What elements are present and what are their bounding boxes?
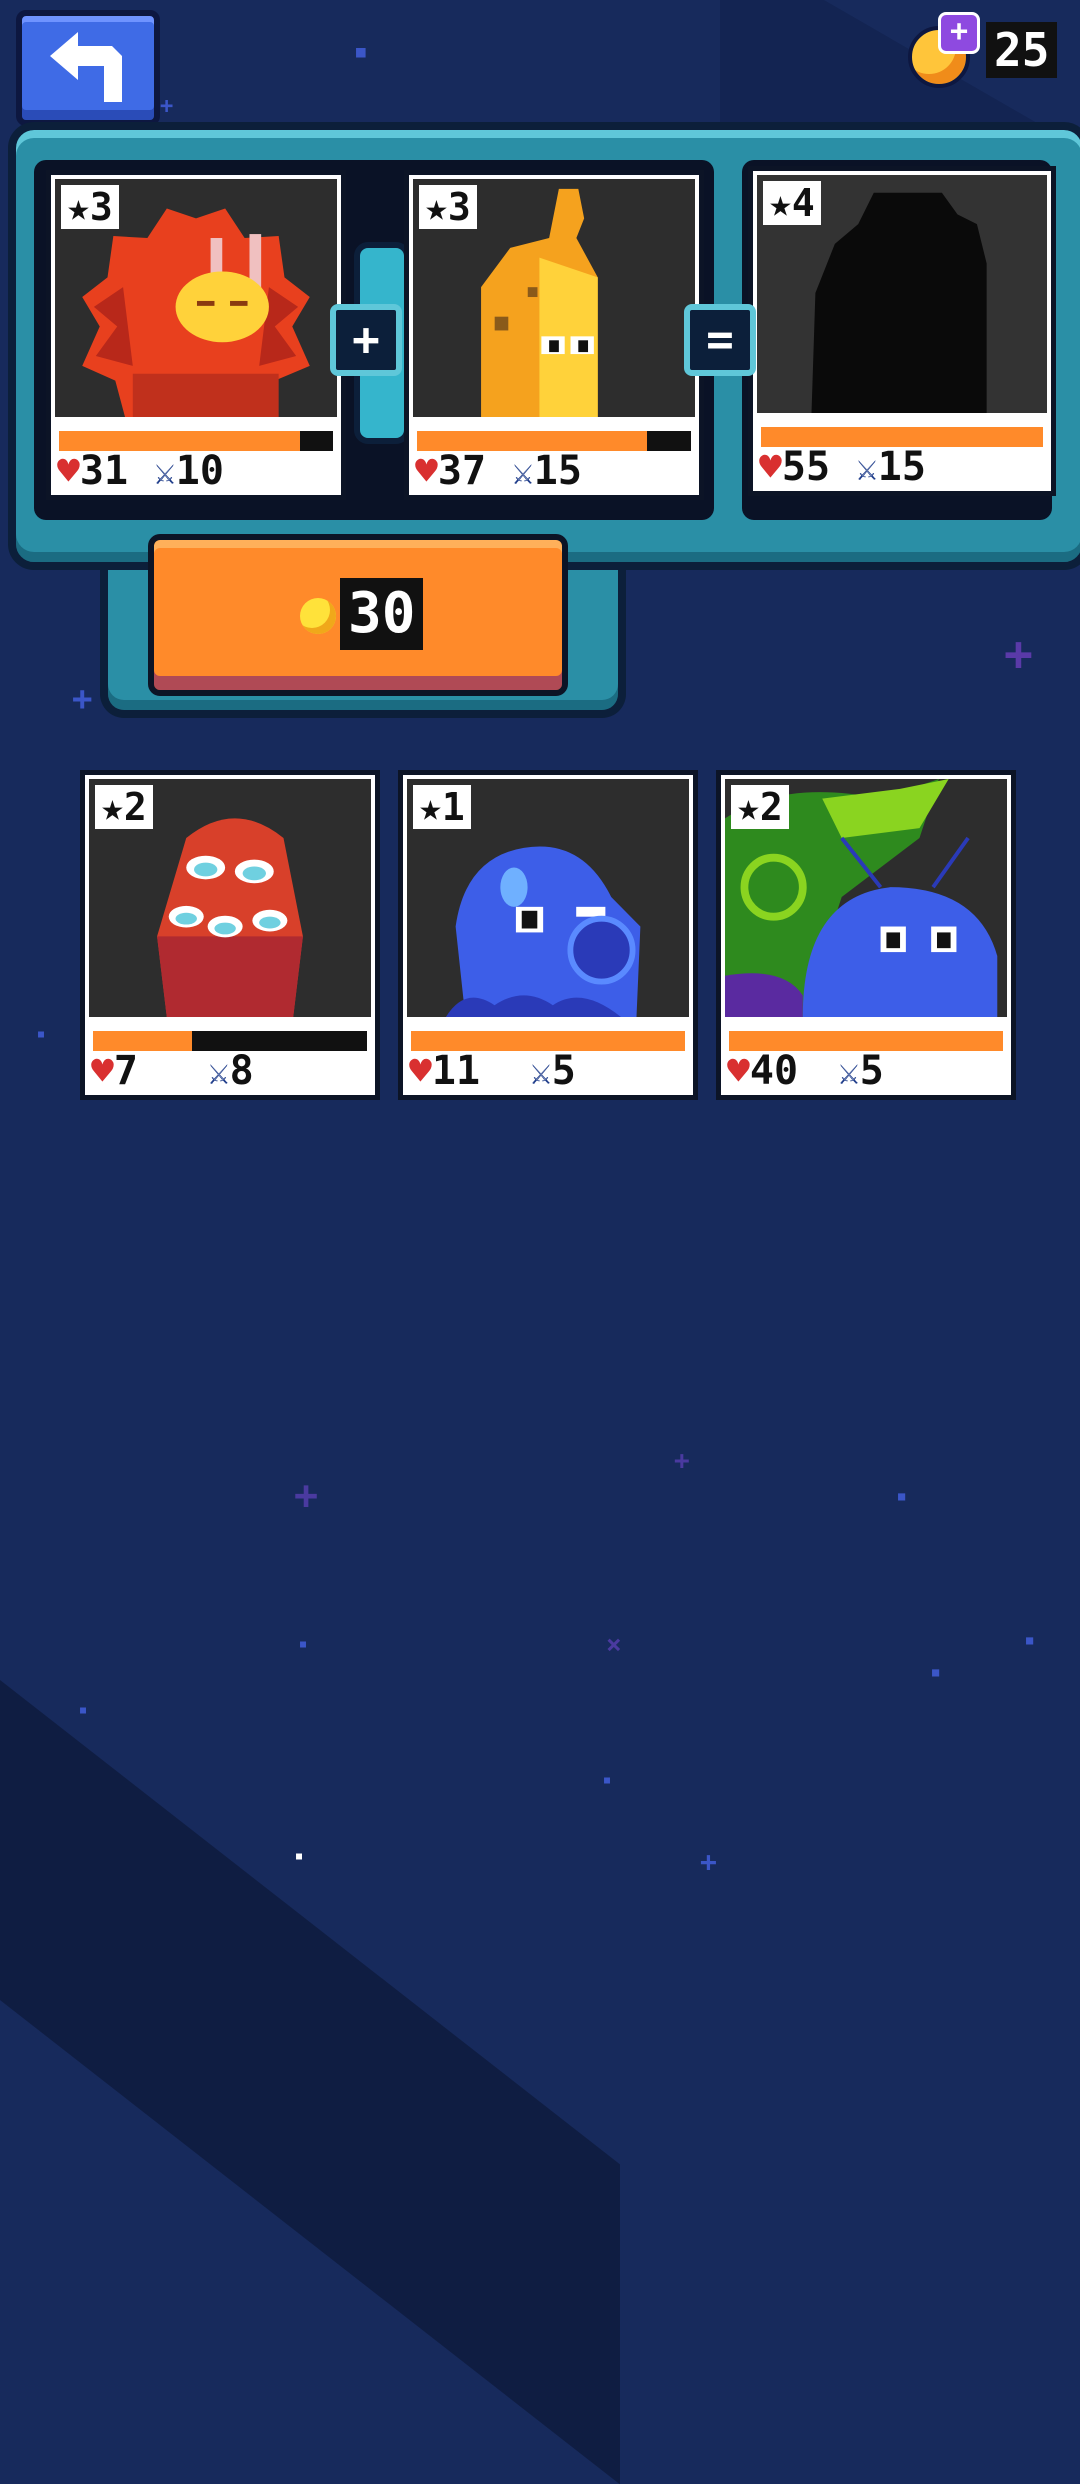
star-decoration: + <box>294 1473 319 1519</box>
background-shadow <box>0 1680 620 2484</box>
hp-value: 7 <box>113 1048 138 1094</box>
fuse-buy-button[interactable]: 30 <box>148 534 568 696</box>
heart-icon: ♥ <box>409 1049 432 1093</box>
star-decoration: ■ <box>296 1851 303 1862</box>
hp-bar-fill <box>93 1031 192 1051</box>
hp-value: 31 <box>79 448 129 494</box>
star-decoration: ■ <box>898 1489 906 1503</box>
fuse-price: 30 <box>340 578 424 650</box>
heart-icon: ♥ <box>91 1049 114 1093</box>
hp-value: 55 <box>781 444 831 490</box>
back-button[interactable] <box>16 10 160 126</box>
card-stats: ♥40 ⚔5 <box>727 1048 1005 1094</box>
fusion-result-card: ★4 ♥55 ⚔15 <box>748 166 1056 496</box>
equals-operator: = <box>684 304 756 376</box>
star-rank: ★1 <box>413 785 471 829</box>
star-decoration: ■ <box>38 1029 45 1040</box>
star-decoration: ■ <box>1026 1633 1034 1647</box>
sword-icon: ⚔ <box>207 1052 230 1093</box>
star-decoration: ■ <box>932 1665 940 1679</box>
sword-icon: ⚔ <box>512 452 534 493</box>
inventory-card-1[interactable]: ★2 ♥7 ⚔8 <box>80 770 380 1100</box>
inventory-card-3[interactable]: ★2 ♥40 ⚔5 <box>716 770 1016 1100</box>
fusion-input-card-1[interactable]: ★3 ♥31 ⚔10 <box>46 170 346 500</box>
star-rank: ★2 <box>731 785 789 829</box>
sword-icon: ⚔ <box>154 452 176 493</box>
heart-icon: ♥ <box>759 445 782 489</box>
star-decoration: ■ <box>356 42 366 61</box>
attack-value: 15 <box>533 448 582 494</box>
currency-value: 25 <box>986 22 1058 78</box>
star-decoration: + <box>674 1446 690 1476</box>
hp-value: 40 <box>749 1048 799 1094</box>
attack-value: 5 <box>859 1048 884 1094</box>
plus-operator: + <box>330 304 402 376</box>
attack-value: 15 <box>877 444 926 490</box>
star-rank: ★2 <box>95 785 153 829</box>
star-decoration: + <box>700 1845 717 1878</box>
attack-value: 10 <box>175 448 224 494</box>
star-rank: ★3 <box>419 185 477 229</box>
heart-icon: ♥ <box>727 1049 750 1093</box>
sword-icon: ⚔ <box>856 448 878 489</box>
star-decoration: ■ <box>300 1639 307 1650</box>
star-decoration: + <box>1004 626 1033 682</box>
heart-icon: ♥ <box>57 449 80 493</box>
star-decoration: ■ <box>604 1775 611 1786</box>
card-stats: ♥31 ⚔10 <box>57 448 335 494</box>
star-rank: ★3 <box>61 185 119 229</box>
currency-display: + 25 <box>908 12 1068 88</box>
sword-icon: ⚔ <box>838 1052 860 1093</box>
sword-icon: ⚔ <box>530 1052 552 1093</box>
star-decoration: ■ <box>80 1705 87 1716</box>
star-decoration: + <box>72 679 93 719</box>
attack-value: 8 <box>229 1048 254 1094</box>
card-stats: ♥11 ⚔5 <box>409 1048 687 1094</box>
star-decoration: + <box>160 94 174 119</box>
heart-icon: ♥ <box>415 449 438 493</box>
add-currency-button[interactable]: + <box>938 12 980 54</box>
back-arrow-icon <box>50 32 122 102</box>
hp-value: 11 <box>431 1048 481 1094</box>
card-stats: ♥37 ⚔15 <box>415 448 693 494</box>
inventory-card-2[interactable]: ★1 ♥11 ⚔5 <box>398 770 698 1100</box>
card-stats: ♥55 ⚔15 <box>759 444 1045 490</box>
fusion-input-card-2[interactable]: ★3 ♥37 ⚔15 <box>404 170 704 500</box>
star-decoration: × <box>606 1630 622 1660</box>
card-stats: ♥7 ⚔8 <box>91 1048 369 1094</box>
star-rank: ★4 <box>763 181 821 225</box>
attack-value: 5 <box>551 1048 576 1094</box>
coin-icon <box>300 598 336 634</box>
hp-value: 37 <box>437 448 487 494</box>
